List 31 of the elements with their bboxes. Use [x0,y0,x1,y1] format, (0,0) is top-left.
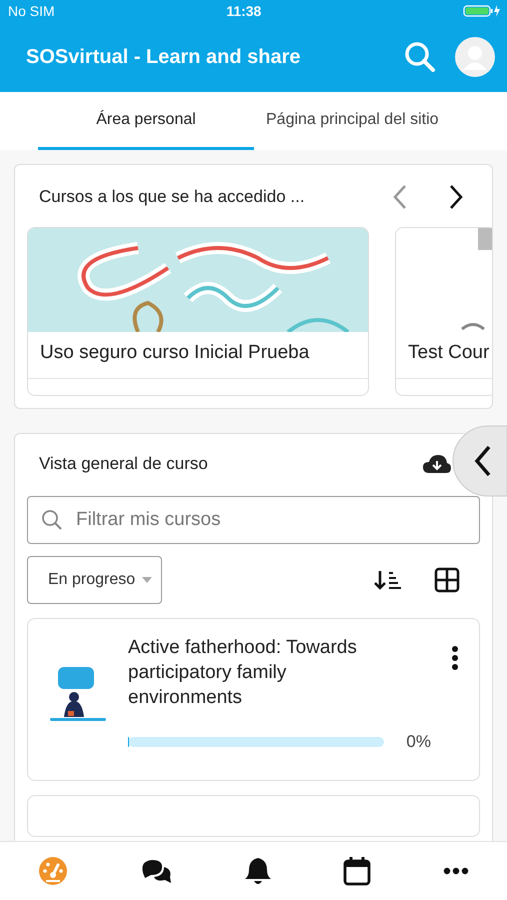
drawer-toggle-icon[interactable] [451,424,507,498]
progress-value: 0% [406,732,431,752]
search-field[interactable]: Filtrar mis cursos [27,496,480,544]
course-card[interactable]: Test Cour [395,227,492,396]
tab[interactable]: Página principal del sitio [254,92,451,150]
filter-dropdown[interactable]: En progreso [27,556,162,604]
chat-bubbles-icon[interactable] [140,857,172,885]
calendar-icon[interactable] [343,856,372,886]
carrier-label: No SIM [8,3,55,19]
course-name: Uso seguro curso Inicial Prueba [28,332,368,379]
course-item[interactable]: Active fatherhood: Towards participatory family environments 0% [27,618,480,781]
course-card[interactable]: Uso seguro curso Inicial Prueba [27,227,369,396]
course-title: Active fatherhood: Towards participatory family environments [128,636,358,710]
battery-icon [463,4,501,18]
cloud-download-icon[interactable] [422,452,452,476]
app-title: SOSvirtual - Learn and share [26,46,302,68]
avatar-icon[interactable] [455,37,495,77]
loading-spinner-icon [460,322,486,330]
image-placeholder-icon [478,228,492,250]
sort-icon[interactable] [374,568,402,592]
search-icon [40,508,64,532]
caret-icon [141,576,154,584]
section-title: Vista general de curso [39,454,209,474]
grid-view-icon[interactable] [434,567,460,593]
search-icon[interactable] [403,40,437,74]
section-title: Cursos a los que se ha accedido ... [39,187,306,207]
course-name: Test Cour [396,332,492,379]
bell-icon[interactable] [244,856,272,886]
clock-time: 11:38 [225,3,262,19]
more-options-icon[interactable] [451,645,459,671]
more-icon[interactable] [443,867,469,875]
